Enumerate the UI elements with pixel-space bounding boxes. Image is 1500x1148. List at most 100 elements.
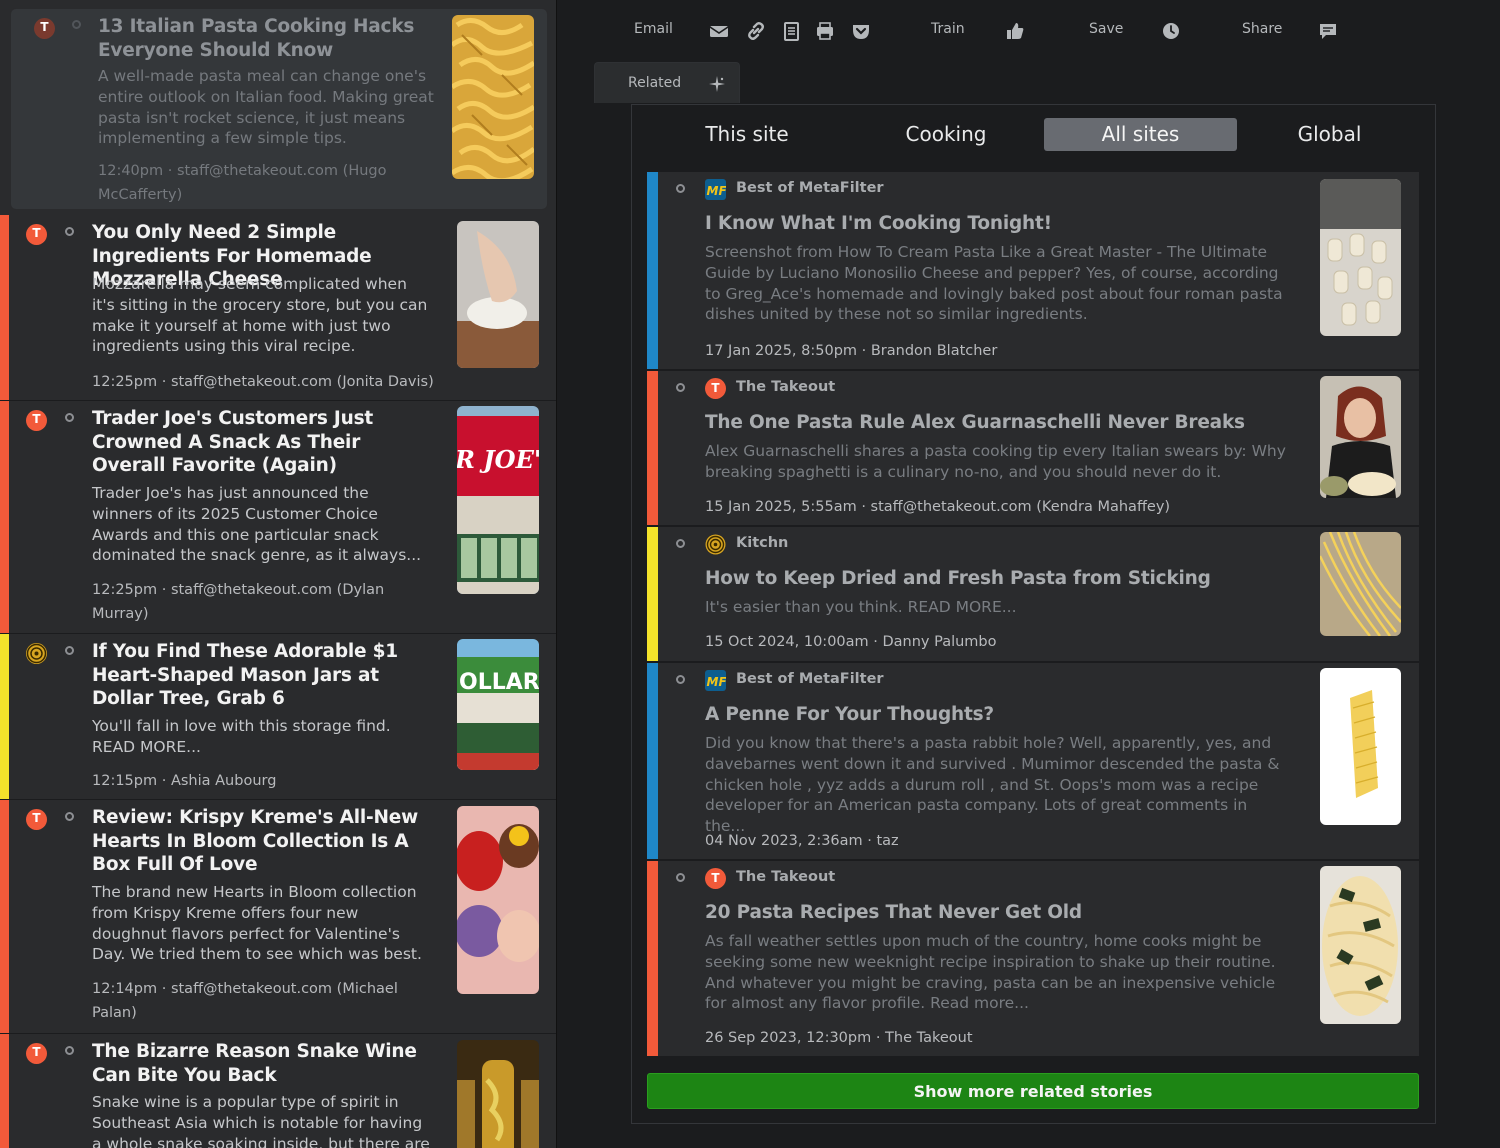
tab-cooking[interactable]: Cooking [881,118,1011,151]
story-snippet: The brand new Hearts in Bloom collection… [92,883,422,964]
clock-icon[interactable] [1160,20,1182,42]
story-title[interactable]: Trader Joe's Customers Just Crowned A Sn… [92,407,432,478]
feed-color-bar [0,800,9,1033]
thumbnail-sign-text: R JOE' [457,445,539,474]
feed-color-bar [647,861,658,1056]
story-title[interactable]: The Bizarre Reason Snake Wine Can Bite Y… [92,1040,432,1087]
feed-color-bar [647,527,658,661]
unread-dot-icon[interactable] [65,413,74,422]
unread-dot-icon[interactable] [676,184,685,193]
unread-dot-icon[interactable] [65,646,74,655]
related-story-snippet: As fall weather settles upon much of the… [705,932,1276,1013]
story-item[interactable]: T You Only Need 2 Simple Ingredients For… [0,215,556,401]
related-story-title[interactable]: 20 Pasta Recipes That Never Get Old [705,902,1305,923]
related-story-thumbnail [1320,532,1401,636]
story-item[interactable]: T Trader Joe's Customers Just Crowned A … [0,401,556,634]
related-story-item[interactable]: T The Takeout The One Pasta Rule Alex Gu… [647,371,1419,526]
related-tab[interactable]: Related [594,62,740,103]
tab-this-site[interactable]: This site [682,118,812,151]
related-story-snippet: Screenshot from How To Cream Pasta Like … [705,243,1283,324]
feed-name[interactable]: Kitchn [736,535,788,551]
unread-dot-icon[interactable] [676,873,685,882]
related-story-snippet: Did you know that there's a pasta rabbit… [705,734,1280,836]
takeout-favicon-icon: T [26,224,47,245]
takeout-favicon-icon: T [26,410,47,431]
story-meta: 12:25pm · staff@thetakeout.com (Jonita D… [92,374,434,390]
story-thumbnail [457,221,539,368]
kitchn-favicon-icon [705,534,726,555]
printer-icon[interactable] [814,20,836,42]
kitchn-favicon-icon [26,643,47,664]
feed-name[interactable]: The Takeout [736,379,835,395]
share-label[interactable]: Share [1242,21,1282,37]
link-icon[interactable] [745,20,767,42]
related-story-item[interactable]: Kitchn How to Keep Dried and Fresh Pasta… [647,527,1419,662]
related-story-meta: 15 Oct 2024, 10:00am · Danny Palumbo [705,634,997,650]
unread-dot-icon[interactable] [676,539,685,548]
related-story-title[interactable]: The One Pasta Rule Alex Guarnaschelli Ne… [705,412,1305,433]
feed-name[interactable]: Best of MetaFilter [736,180,884,196]
feed-color-bar [0,215,9,400]
save-label[interactable]: Save [1089,21,1123,37]
related-label: Related [628,75,682,91]
story-thumbnail [457,806,539,994]
unread-dot-icon[interactable] [72,20,81,29]
unread-dot-icon[interactable] [65,812,74,821]
feed-color-bar [647,172,658,369]
story-title[interactable]: 13 Italian Pasta Cooking Hacks Everyone … [98,15,438,62]
story-snippet: Trader Joe's has just announced the winn… [92,484,422,565]
feed-color-bar [647,663,658,859]
feed-name[interactable]: Best of MetaFilter [736,671,884,687]
story-snippet: Snake wine is a popular type of spirit i… [92,1093,430,1148]
related-story-thumbnail [1320,376,1401,498]
related-story-item[interactable]: MF Best of MetaFilter A Penne For Your T… [647,663,1419,860]
tab-global[interactable]: Global [1272,118,1387,151]
comment-icon[interactable] [1317,20,1339,42]
unread-dot-icon[interactable] [65,227,74,236]
story-item[interactable]: T The Bizarre Reason Snake Wine Can Bite… [0,1034,556,1148]
related-story-thumbnail [1320,866,1401,1024]
story-meta: 12:25pm · staff@thetakeout.com (Dylan Mu… [92,582,385,622]
story-list[interactable]: T 13 Italian Pasta Cooking Hacks Everyon… [0,0,557,1148]
story-thumbnail [452,15,534,179]
metafilter-favicon-icon: MF [705,179,726,200]
story-title[interactable]: Review: Krispy Kreme's All-New Hearts In… [92,806,432,877]
svg-text:MF: MF [707,675,727,689]
related-story-item[interactable]: T The Takeout 20 Pasta Recipes That Neve… [647,861,1419,1057]
unread-dot-icon[interactable] [676,675,685,684]
email-label[interactable]: Email [634,21,673,37]
related-story-meta: 04 Nov 2023, 2:36am · taz [705,833,899,849]
related-story-thumbnail [1320,179,1401,336]
train-label[interactable]: Train [931,21,965,37]
story-title[interactable]: If You Find These Adorable $1 Heart-Shap… [92,640,427,711]
show-more-related-button[interactable]: Show more related stories [647,1073,1419,1109]
related-story-thumbnail [1320,668,1401,825]
related-story-snippet: Alex Guarnaschelli shares a pasta cookin… [705,442,1286,481]
takeout-favicon-icon: T [705,378,726,399]
takeout-favicon-icon: T [705,868,726,889]
takeout-favicon-icon: T [26,1043,47,1064]
story-thumbnail [457,1040,539,1148]
document-icon[interactable] [780,20,802,42]
unread-dot-icon[interactable] [676,383,685,392]
related-story-item[interactable]: MF Best of MetaFilter I Know What I'm Co… [647,172,1419,370]
thumbs-up-icon[interactable] [1004,20,1026,42]
related-story-title[interactable]: I Know What I'm Cooking Tonight! [705,213,1305,234]
story-item[interactable]: T Review: Krispy Kreme's All-New Hearts … [0,800,556,1034]
unread-dot-icon[interactable] [65,1046,74,1055]
story-thumbnail: R JOE' [457,406,539,594]
related-story-title[interactable]: How to Keep Dried and Fresh Pasta from S… [705,568,1305,589]
svg-text:MF: MF [707,184,727,198]
feed-color-bar [647,371,658,525]
pocket-icon[interactable] [850,20,872,42]
related-story-title[interactable]: A Penne For Your Thoughts? [705,704,1305,725]
feed-color-bar [0,634,9,799]
envelope-icon[interactable] [708,20,730,42]
takeout-favicon-icon: T [34,18,55,39]
story-item[interactable]: If You Find These Adorable $1 Heart-Shap… [0,634,556,800]
feed-name[interactable]: The Takeout [736,869,835,885]
related-story-meta: 26 Sep 2023, 12:30pm · The Takeout [705,1030,973,1046]
tab-all-sites[interactable]: All sites [1044,118,1237,151]
story-item-selected[interactable]: T 13 Italian Pasta Cooking Hacks Everyon… [10,8,548,210]
feed-color-bar [0,1034,9,1148]
